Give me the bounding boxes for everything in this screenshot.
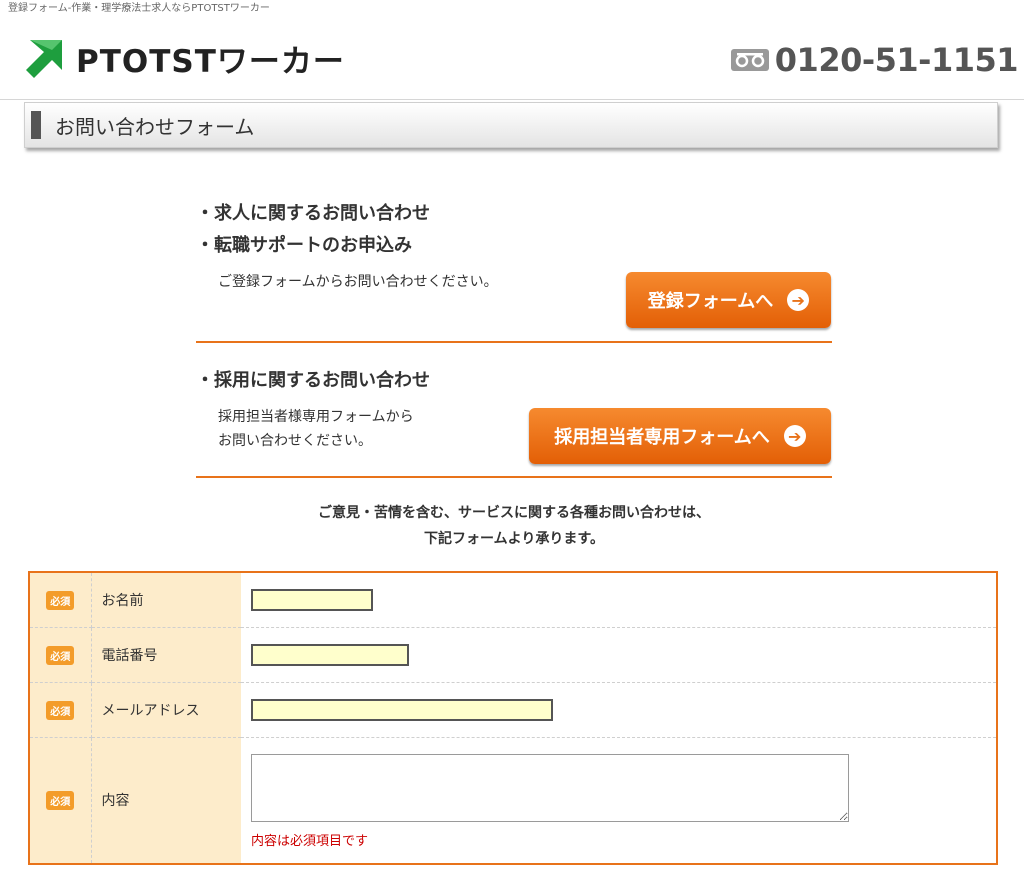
form-row-content: 必須 内容 内容は必須項目です — [29, 737, 997, 864]
logo-text: PTOTSTワーカー — [76, 43, 345, 80]
browser-title: 登録フォーム-作業・理学療法士求人ならPTOTSTワーカー — [8, 3, 270, 14]
email-label: メールアドレス — [91, 682, 241, 738]
inquiry-notice: ご意見・苦情を含む、サービスに関する各種お問い合わせは、 下記フォームより承りま… — [196, 500, 832, 552]
page-title-text: お問い合わせフォーム — [55, 114, 255, 139]
phone-contact[interactable]: 0120-51-1151 — [730, 40, 1019, 80]
contact-form: 必須 お名前 必須 電話番号 必須 メールアドレス 必須 内容 内容は必須項目で… — [28, 571, 998, 865]
form-row-phone: 必須 電話番号 — [29, 627, 997, 683]
notice-line-1: ご意見・苦情を含む、サービスに関する各種お問い合わせは、 — [318, 505, 710, 521]
free-dial-icon — [730, 49, 769, 71]
required-badge: 必須 — [46, 590, 75, 610]
jobseeker-heading-1: ・求人に関するお問い合わせ — [196, 203, 430, 224]
phone-number: 0120-51-1151 — [774, 41, 1019, 79]
logo-arrow-icon — [26, 40, 62, 78]
notice-line-2: 下記フォームより承ります。 — [424, 531, 604, 547]
name-input[interactable] — [251, 589, 373, 611]
section-divider — [196, 341, 832, 343]
employer-form-button-label: 採用担当者専用フォームへ — [554, 427, 770, 448]
content-textarea[interactable] — [251, 753, 849, 822]
phone-label: 電話番号 — [91, 627, 241, 683]
required-badge: 必須 — [46, 700, 75, 720]
site-logo[interactable]: PTOTSTワーカー — [22, 36, 345, 80]
arrow-right-icon: ➔ — [783, 425, 806, 447]
section-divider — [196, 476, 832, 478]
registration-form-button-label: 登録フォームへ — [647, 291, 774, 312]
jobseeker-heading-2: ・転職サポートのお申込み — [196, 235, 412, 256]
registration-form-button[interactable]: 登録フォームへ ➔ — [626, 272, 831, 328]
required-badge: 必須 — [46, 791, 75, 811]
title-bar-decoration — [31, 111, 41, 139]
employer-form-button[interactable]: 採用担当者専用フォームへ ➔ — [529, 408, 831, 464]
email-input[interactable] — [251, 698, 553, 721]
name-label: お名前 — [91, 572, 241, 628]
page-title: お問い合わせフォーム — [24, 102, 998, 148]
phone-input[interactable] — [251, 643, 409, 666]
content-error-message: 内容は必須項目です — [251, 833, 369, 849]
employer-heading: ・採用に関するお問い合わせ — [196, 370, 430, 391]
arrow-right-icon: ➔ — [787, 289, 810, 311]
form-row-email: 必須 メールアドレス — [29, 682, 997, 738]
required-badge: 必須 — [46, 645, 75, 665]
site-header: PTOTSTワーカー 0120-51-1151 — [0, 18, 1024, 100]
form-row-name: 必須 お名前 — [29, 572, 997, 628]
content-label: 内容 — [91, 737, 241, 864]
